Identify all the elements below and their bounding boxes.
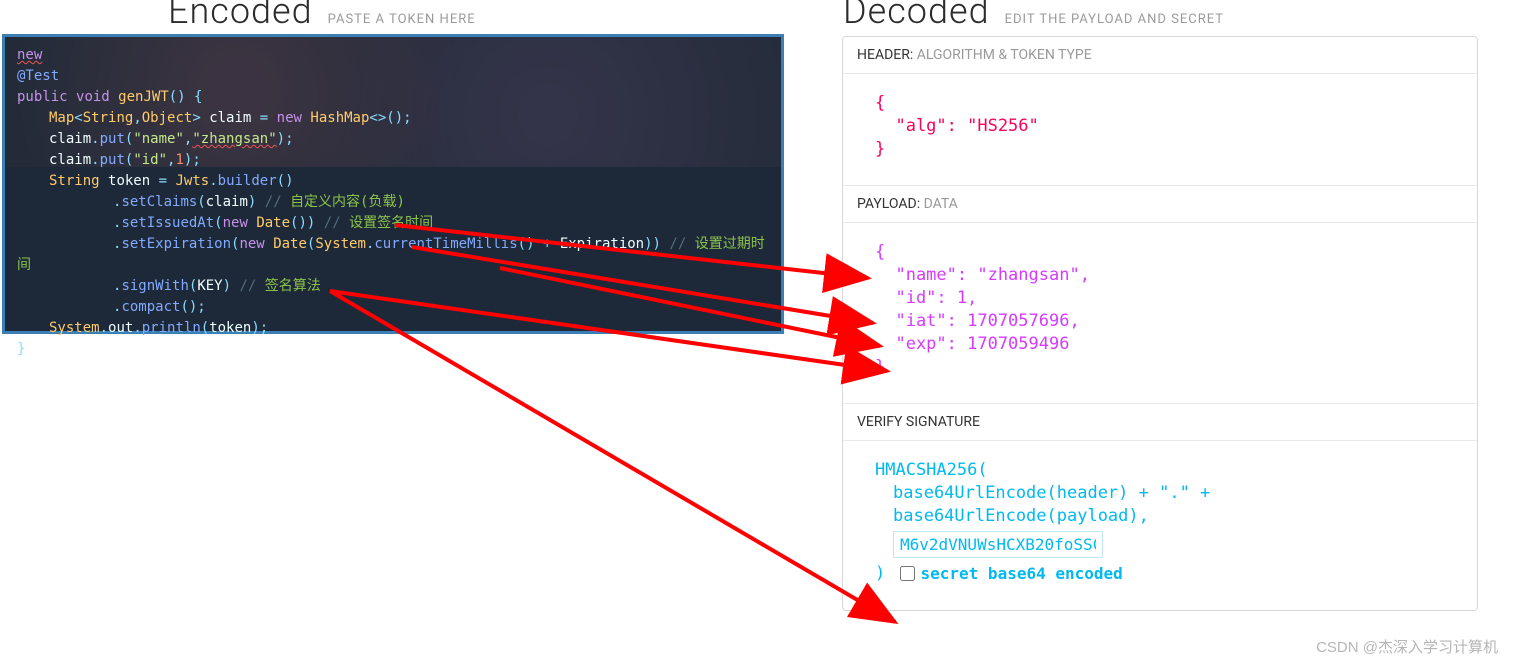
header-json[interactable]: { "alg": "HS256" }: [843, 74, 1477, 186]
sig-close: ): [875, 564, 885, 584]
code-text: new @Test public void genJWT() { Map<Str…: [5, 37, 781, 368]
decoded-panel: HEADER: ALGORITHM & TOKEN TYPE { "alg": …: [842, 36, 1478, 611]
sig-line-1: HMACSHA256(: [875, 459, 1453, 482]
payload-section-title: PAYLOAD: DATA: [843, 186, 1477, 223]
secret-base64-checkbox[interactable]: [900, 566, 915, 581]
decoded-hint: EDIT THE PAYLOAD AND SECRET: [1005, 12, 1224, 27]
sig-line-2: base64UrlEncode(header) + "." +: [875, 482, 1453, 505]
encoded-title: Encoded: [168, 0, 313, 32]
secret-base64-checkbox-label[interactable]: secret base64 encoded: [896, 562, 1123, 585]
verify-section-title: VERIFY SIGNATURE: [843, 404, 1477, 441]
decoded-title: Decoded: [843, 0, 990, 32]
header-section-title: HEADER: ALGORITHM & TOKEN TYPE: [843, 37, 1477, 74]
sig-line-3: base64UrlEncode(payload),: [875, 505, 1453, 528]
secret-input[interactable]: [893, 531, 1103, 558]
payload-json[interactable]: { "name": "zhangsan", "id": 1, "iat": 17…: [843, 223, 1477, 404]
watermark: CSDN @杰深入学习计算机: [1316, 636, 1498, 657]
code-editor[interactable]: new @Test public void genJWT() { Map<Str…: [2, 34, 784, 334]
encoded-hint: PASTE A TOKEN HERE: [328, 12, 476, 27]
verify-signature-body: HMACSHA256( base64UrlEncode(header) + ".…: [843, 441, 1477, 610]
